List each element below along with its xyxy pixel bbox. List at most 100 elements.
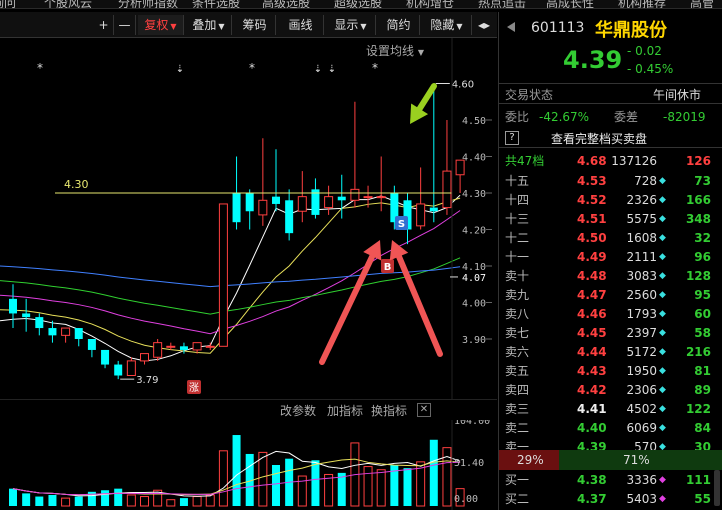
zoom-out-button[interactable]: — [114,15,136,35]
yincang-dropdown[interactable]: 隐藏 ▼ [422,15,472,35]
level-count: 166 [685,193,711,207]
candle-body-down [337,196,346,201]
candle-body-up [324,196,334,209]
diamond-icon: ◆ [659,475,666,485]
candle-body-up [350,188,360,201]
scrollbar[interactable] [714,470,720,506]
top-tab[interactable]: 机构推荐 [618,0,666,8]
top-tab[interactable]: 询问 [0,0,16,8]
sell-ratio-text: 29% [517,453,544,467]
volume-bar-up [205,494,215,507]
level-label: 卖五 [505,364,530,378]
ask-row[interactable]: 十五 4.53 728 ◆ 73 [499,172,722,191]
event-arrow-icon: ⇣ [328,64,336,75]
top-tab[interactable]: 高级选股 [262,0,310,8]
ask-row[interactable]: 卖四 4.42 2306 ◆ 89 [499,381,722,400]
prev-stock-icon[interactable] [507,22,515,32]
diamond-icon: ◆ [659,233,666,243]
candle-body-up [166,345,176,348]
level-price: 4.41 [577,402,607,416]
level-price: 4.38 [577,473,607,487]
jianyue-button[interactable]: 简约 [378,15,420,35]
chevron-down-icon: ▼ [456,22,463,31]
top-tab[interactable]: 机构增仓 [406,0,454,8]
bid-row[interactable]: 买一 4.38 3336 ◆ 111 [499,471,722,489]
stock-price: 4.39 [563,46,623,74]
level-price: 4.50 [577,231,607,245]
top-tab[interactable]: 分析师指数 [118,0,178,8]
volume-bar-down [311,460,320,506]
status-label: 交易状态 [505,88,554,102]
diamond-icon: ◆ [659,404,666,414]
ask-row[interactable]: 卖七 4.45 2397 ◆ 58 [499,324,722,343]
top-tab[interactable]: 高成长性 [546,0,594,8]
red-arrow-right [389,240,443,357]
low-label: 3.79 [136,375,158,386]
candle-body-down [87,339,96,350]
volume-bar-down [48,494,57,506]
ask-row[interactable]: 卖三 4.41 4502 ◆ 122 [499,400,722,419]
ask-row[interactable]: 卖八 4.46 1793 ◆ 60 [499,305,722,324]
top-tab[interactable]: 条件选股 [192,0,240,8]
chevron-down-icon: ▼ [360,22,367,31]
more-arrows-icon[interactable]: ◂▸ [474,15,494,35]
top-tab[interactable]: 高管 [690,0,714,8]
ask-row[interactable]: 卖五 4.43 1950 ◆ 81 [499,362,722,381]
close-indicator-button[interactable]: ✕ [417,403,431,417]
ask-row[interactable]: 卖二 4.40 6069 ◆ 84 [499,419,722,438]
ask-row[interactable]: 十三 4.51 5575 ◆ 348 [499,210,722,229]
volume-chart: 104.00 51.40 0.00 [9,420,490,510]
top-tab[interactable]: 个股风云 [44,0,92,8]
status-value: 午间休市 [653,88,702,102]
zhang-badge-label: 涨 [189,382,199,394]
kline-chart[interactable]: 4.30 4.60 3.79 * * * ⇣ ⇣ ⇣ 涨 S B 4.50 4.40 4.30 4.20 4.… [0,38,497,400]
price-tick-label: 4.10 [462,262,486,273]
level-label: 十四 [505,193,530,207]
ask-row[interactable]: 卖十 4.48 3083 ◆ 128 [499,267,722,286]
huaxian-button[interactable]: 画线 [278,15,324,35]
event-star-icon: * [37,61,43,75]
quote-panel: 601113 华鼎股份 4.39 - 0.02 - 0.45% 交易状态 午间休… [498,12,722,510]
ask-row[interactable]: 卖九 4.47 2560 ◆ 95 [499,286,722,305]
level-volume: 3083 [626,269,657,283]
top-tab[interactable]: 热点追击 [478,0,526,8]
diejia-dropdown[interactable]: 叠加 ▼ [186,15,232,35]
diamond-icon: ◆ [659,214,666,224]
ask-row[interactable]: 卖六 4.44 5172 ◆ 216 [499,343,722,362]
volume-tick-label: 104.00 [454,420,490,427]
volume-bar-up [61,497,71,507]
level-label: 十三 [505,212,530,226]
zoom-in-button[interactable]: + [94,15,114,35]
diamond-icon: ◆ [659,290,666,300]
stock-name: 华鼎股份 [595,20,667,41]
chart-toolbar: + — 复权 ▼ 叠加 ▼ 筹码 画线 显示 ▼ 简约 隐藏 ▼ ◂▸ [0,12,497,38]
ask-row[interactable]: 十二 4.50 1608 ◆ 32 [499,229,722,248]
candle-body-up [416,203,426,227]
fuquan-label: 复权 [144,18,169,32]
level-label: 卖八 [505,307,530,321]
change-params-button[interactable]: 改参数 [280,402,316,419]
level-label: 买二 [505,492,530,506]
price-tick-label: 4.20 [462,226,486,237]
full-book-row[interactable]: ? 查看完整档买卖盘 [499,130,722,148]
level-volume: 2397 [626,326,657,340]
full-book-link[interactable]: 查看完整档买卖盘 [551,130,647,148]
xianshi-dropdown[interactable]: 显示 ▼ [326,15,376,35]
chevron-down-icon: ▼ [170,22,177,31]
switch-indicator-button[interactable]: 换指标 [371,402,407,419]
fuquan-dropdown[interactable]: 复权 ▼ [138,15,184,35]
candle-body-up [297,196,307,212]
level-volume: 5172 [626,345,657,359]
candle-body-down [179,346,188,350]
add-indicator-button[interactable]: 加指标 [327,402,363,419]
candle-body-down [245,193,254,212]
top-tab[interactable]: 超级选股 [334,0,382,8]
candle-body-down [74,328,83,339]
candle-body-down [285,200,294,234]
help-icon[interactable]: ? [505,131,519,145]
volume-bar-down [22,493,31,506]
chouma-button[interactable]: 筹码 [234,15,276,35]
bid-row[interactable]: 买二 4.37 5403 ◆ 55 [499,490,722,508]
ask-row[interactable]: 十四 4.52 2326 ◆ 166 [499,191,722,210]
ask-row[interactable]: 十一 4.49 2111 ◆ 96 [499,248,722,267]
